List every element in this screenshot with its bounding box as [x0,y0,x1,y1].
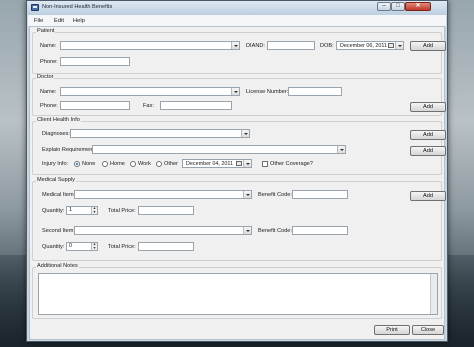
medical-supply-add-button[interactable]: Add [410,191,446,201]
medical-item-combo[interactable] [74,190,252,199]
quantity-2-stepper[interactable]: 0 ▲ ▼ [66,242,98,251]
chevron-down-icon[interactable] [241,130,249,137]
close-window-button[interactable]: ✕ [405,2,431,11]
chevron-down-icon[interactable] [337,146,345,153]
benefit-code-field[interactable] [292,190,348,199]
spinner-arrows-icon[interactable]: ▲ ▼ [91,242,97,250]
chevron-down-icon[interactable] [231,88,239,95]
form-area: Patient Name: DIAND: DOB: December 06, 2… [29,26,446,340]
diagnoses-add-button[interactable]: Add [410,130,446,140]
explain-add-button[interactable]: Add [410,146,446,156]
second-item-label: Second Item: [42,228,75,234]
maximize-button[interactable]: □ [391,2,405,11]
patient-phone-label: Phone: [40,59,58,65]
calendar-icon [388,43,394,48]
dob-date-picker[interactable]: December 06, 2011 [336,41,404,50]
injury-info-label: Injury Info: [42,161,69,167]
notes-scrollbar[interactable] [430,274,437,314]
license-number-label: License Number: [246,89,289,95]
injury-work-radio[interactable] [130,161,136,167]
quantity-2-label: Quantity: [42,244,65,250]
chevron-down-icon[interactable] [231,42,239,49]
patient-name-label: Name: [40,43,57,49]
injury-work-label: Work [138,161,151,167]
dob-value: December 06, 2011 [340,43,387,49]
patient-add-button[interactable]: Add [410,41,446,51]
calendar-icon [236,161,242,166]
fax-label: Fax: [143,103,154,109]
doctor-group-label: Doctor [36,74,55,80]
menu-help[interactable]: Help [73,18,85,24]
chevron-down-icon[interactable] [243,191,251,198]
chevron-down-icon[interactable] [243,160,251,167]
dob-label: DOB: [320,43,334,49]
other-coverage-label: Other Coverage? [270,161,313,167]
doctor-add-button[interactable]: Add [410,102,446,112]
injury-home-radio[interactable] [102,161,108,167]
client-health-group-label: Client Health Info [36,117,81,123]
diand-field[interactable] [267,41,315,50]
patient-group-label: Patient [36,28,56,34]
injury-none-radio[interactable] [74,161,80,167]
menu-bar: File Edit Help [28,15,446,26]
benefit-code-label: Benefit Code: [258,192,292,198]
diand-label: DIAND: [246,43,265,49]
explain-requirement-label: Explain Requirement: [42,147,96,153]
injury-other-label: Other [164,161,178,167]
print-button[interactable]: Print [374,325,410,335]
second-item-combo[interactable] [74,226,252,235]
medical-supply-group-label: Medical Supply [36,177,76,183]
total-price-2-field[interactable] [138,242,194,251]
license-number-field[interactable] [288,87,342,96]
benefit-code-2-field[interactable] [292,226,348,235]
menu-edit[interactable]: Edit [54,18,64,24]
total-price-label: Total Price: [108,208,136,214]
chevron-down-icon[interactable] [395,42,403,49]
injury-date-picker[interactable]: December 04, 2011 [182,159,252,168]
quantity-stepper[interactable]: 1 ▲ ▼ [66,206,98,215]
minimize-button[interactable]: – [377,2,391,11]
quantity-label: Quantity: [42,208,65,214]
close-button[interactable]: Close [412,325,444,335]
doctor-phone-field[interactable] [60,101,130,110]
app-icon [31,4,39,11]
explain-requirement-combo[interactable] [92,145,346,154]
doctor-group [32,78,442,116]
injury-date-value: December 04, 2011 [186,161,233,167]
diagnoses-combo[interactable] [70,129,250,138]
injury-none-label: None [82,161,96,167]
medical-item-label: Medical Item: [42,192,76,198]
additional-notes-label: Additional Notes [36,263,79,269]
total-price-field[interactable] [138,206,194,215]
doctor-name-label: Name: [40,89,57,95]
injury-other-radio[interactable] [156,161,162,167]
benefit-code-2-label: Benefit Code: [258,228,292,234]
doctor-phone-label: Phone: [40,103,58,109]
main-window: Non-Insured Health Benefits – □ ✕ File E… [26,0,448,342]
doctor-name-combo[interactable] [60,87,240,96]
menu-file[interactable]: File [34,18,43,24]
patient-group [32,32,442,74]
fax-field[interactable] [160,101,232,110]
title-bar: Non-Insured Health Benefits – □ ✕ [27,1,447,15]
quantity-value: 1 [69,207,72,213]
patient-name-combo[interactable] [60,41,240,50]
chevron-down-icon[interactable] [243,227,251,234]
additional-notes-textarea[interactable] [38,273,438,315]
spinner-arrows-icon[interactable]: ▲ ▼ [91,206,97,214]
quantity-2-value: 0 [69,243,72,249]
total-price-2-label: Total Price: [108,244,136,250]
other-coverage-checkbox[interactable] [262,161,268,167]
diagnoses-label: Diagnoses: [42,131,70,137]
patient-phone-field[interactable] [60,57,130,66]
window-title: Non-Insured Health Benefits [42,4,113,10]
injury-home-label: Home [110,161,125,167]
